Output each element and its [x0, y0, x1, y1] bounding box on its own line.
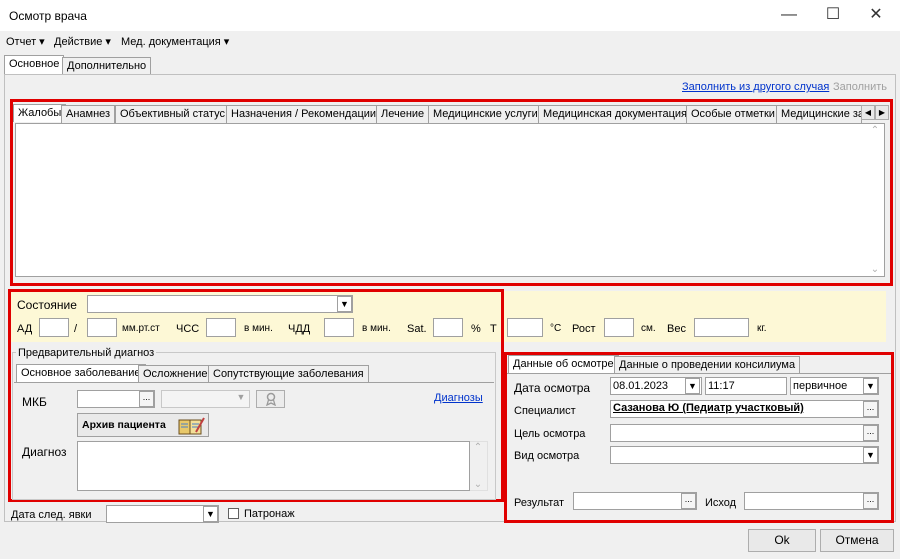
outcome-label: Исход	[705, 497, 737, 509]
exam-purpose-ellipsis-button[interactable]: ...	[863, 425, 878, 441]
exam-date-label: Дата осмотра	[514, 381, 591, 395]
exam-type-dropdown-icon[interactable]: ▼	[863, 378, 878, 394]
next-visit-label: Дата след. явки	[11, 509, 92, 521]
menu-action[interactable]: Действие ▾	[54, 35, 111, 48]
specialist-label: Специалист	[514, 405, 576, 417]
patronage-label: Патронаж	[244, 508, 295, 520]
patronage-checkbox[interactable]	[228, 508, 239, 519]
title-bar	[0, 0, 900, 31]
outcome-input[interactable]	[744, 492, 879, 510]
window-title: Осмотр врача	[9, 9, 87, 23]
specialist-ellipsis-button[interactable]: ...	[863, 401, 878, 417]
tab-objective-status[interactable]: Объективный статус	[115, 105, 230, 123]
exam-time-value: 11:17	[708, 380, 735, 392]
tab-scroll-left-icon[interactable]: ◀	[861, 105, 875, 120]
diagnoses-link[interactable]: Диагнозы	[434, 392, 483, 404]
fill-button[interactable]: Заполнить	[833, 81, 887, 93]
tab-additional[interactable]: Дополнительно	[62, 57, 152, 74]
complaints-scrollbar[interactable]: ⌃ ⌄	[867, 125, 883, 275]
specialist-input[interactable]: Сазанова Ю (Педиатр участковый)	[610, 400, 879, 418]
exam-purpose-input[interactable]	[610, 424, 879, 442]
close-button[interactable]: ✕	[862, 4, 890, 26]
tab-medical-documentation[interactable]: Медицинская документация	[538, 105, 692, 123]
menu-med-docs[interactable]: Мед. документация ▾	[121, 35, 229, 48]
result-ellipsis-button[interactable]: ...	[681, 493, 696, 509]
icd-dropdown-icon[interactable]: ▼	[234, 392, 248, 402]
icd-label: МКБ	[22, 395, 47, 409]
tab-anamnesis[interactable]: Анамнез	[61, 105, 116, 123]
tab-special-notes[interactable]: Особые отметки	[686, 105, 780, 123]
exam-time-input[interactable]: 11:17	[705, 377, 787, 395]
height-input[interactable]	[604, 318, 634, 337]
diagnosis-textarea[interactable]	[77, 441, 470, 491]
weight-label: Вес	[667, 323, 686, 335]
height-unit: см.	[641, 323, 656, 334]
tab-complaints[interactable]: Жалобы	[13, 104, 67, 122]
exam-type-value: первичное	[793, 380, 848, 392]
tab-treatment[interactable]: Лечение	[376, 105, 430, 123]
next-visit-dropdown-icon[interactable]: ▼	[203, 506, 218, 522]
exam-date-dropdown-icon[interactable]: ▼	[685, 378, 700, 394]
diagnosis-scroll-down-icon[interactable]: ⌄	[470, 479, 486, 490]
maximize-button[interactable]: ☐	[819, 4, 847, 26]
cancel-button[interactable]: Отмена	[820, 529, 894, 552]
patient-archive-button[interactable]: Архив пациента	[77, 413, 209, 437]
tab-exam-data[interactable]: Данные об осмотре	[508, 355, 619, 373]
tab-prescriptions[interactable]: Назначения / Рекомендации	[226, 105, 382, 123]
exam-kind-label: Вид осмотра	[514, 450, 580, 462]
book-icon	[178, 417, 205, 435]
tab-main-disease[interactable]: Основное заболевание	[16, 364, 146, 382]
scroll-down-icon[interactable]: ⌄	[867, 264, 883, 275]
ribbon-icon[interactable]	[256, 390, 285, 408]
tab-main[interactable]: Основное	[4, 55, 65, 74]
diagnosis-label: Диагноз	[22, 445, 67, 459]
exam-date-value: 08.01.2023	[613, 380, 669, 392]
preliminary-diagnosis-title: Предварительный диагноз	[16, 347, 157, 359]
tab-scroll-right-icon[interactable]: ▶	[875, 105, 889, 120]
menu-report[interactable]: Отчет ▾	[6, 35, 45, 48]
outcome-ellipsis-button[interactable]: ...	[863, 493, 878, 509]
temperature-unit: °С	[550, 323, 562, 334]
icd-ellipsis-button[interactable]: ...	[139, 391, 154, 407]
complaints-textarea[interactable]	[15, 123, 885, 277]
exam-kind-select[interactable]	[610, 446, 879, 464]
tab-medical-more[interactable]: Медицинские за	[776, 105, 862, 123]
tab-complication[interactable]: Осложнение	[138, 365, 213, 383]
patient-archive-label: Архив пациента	[82, 419, 166, 431]
tab-medical-services[interactable]: Медицинские услуги	[428, 105, 543, 123]
fill-from-case-link[interactable]: Заполнить из другого случая	[682, 81, 829, 93]
diagnosis-scrollbar[interactable]: ⌃ ⌄	[470, 441, 488, 491]
exam-kind-dropdown-icon[interactable]: ▼	[863, 447, 878, 463]
diagnosis-scroll-up-icon[interactable]: ⌃	[470, 442, 486, 453]
minimize-button[interactable]: —	[775, 4, 803, 26]
height-label: Рост	[572, 323, 596, 335]
weight-unit: кг.	[757, 323, 767, 334]
tab-comorbidities[interactable]: Сопутствующие заболевания	[208, 365, 369, 383]
weight-input[interactable]	[694, 318, 749, 337]
exam-purpose-label: Цель осмотра	[514, 428, 586, 440]
result-label: Результат	[514, 497, 565, 509]
temperature-input[interactable]	[507, 318, 543, 337]
ok-button[interactable]: Ok	[748, 529, 816, 552]
tab-consilium-data[interactable]: Данные о проведении консилиума	[614, 356, 801, 374]
result-input[interactable]	[573, 492, 697, 510]
specialist-value: Сазанова Ю (Педиатр участковый)	[613, 402, 804, 414]
scroll-up-icon[interactable]: ⌃	[867, 125, 883, 136]
